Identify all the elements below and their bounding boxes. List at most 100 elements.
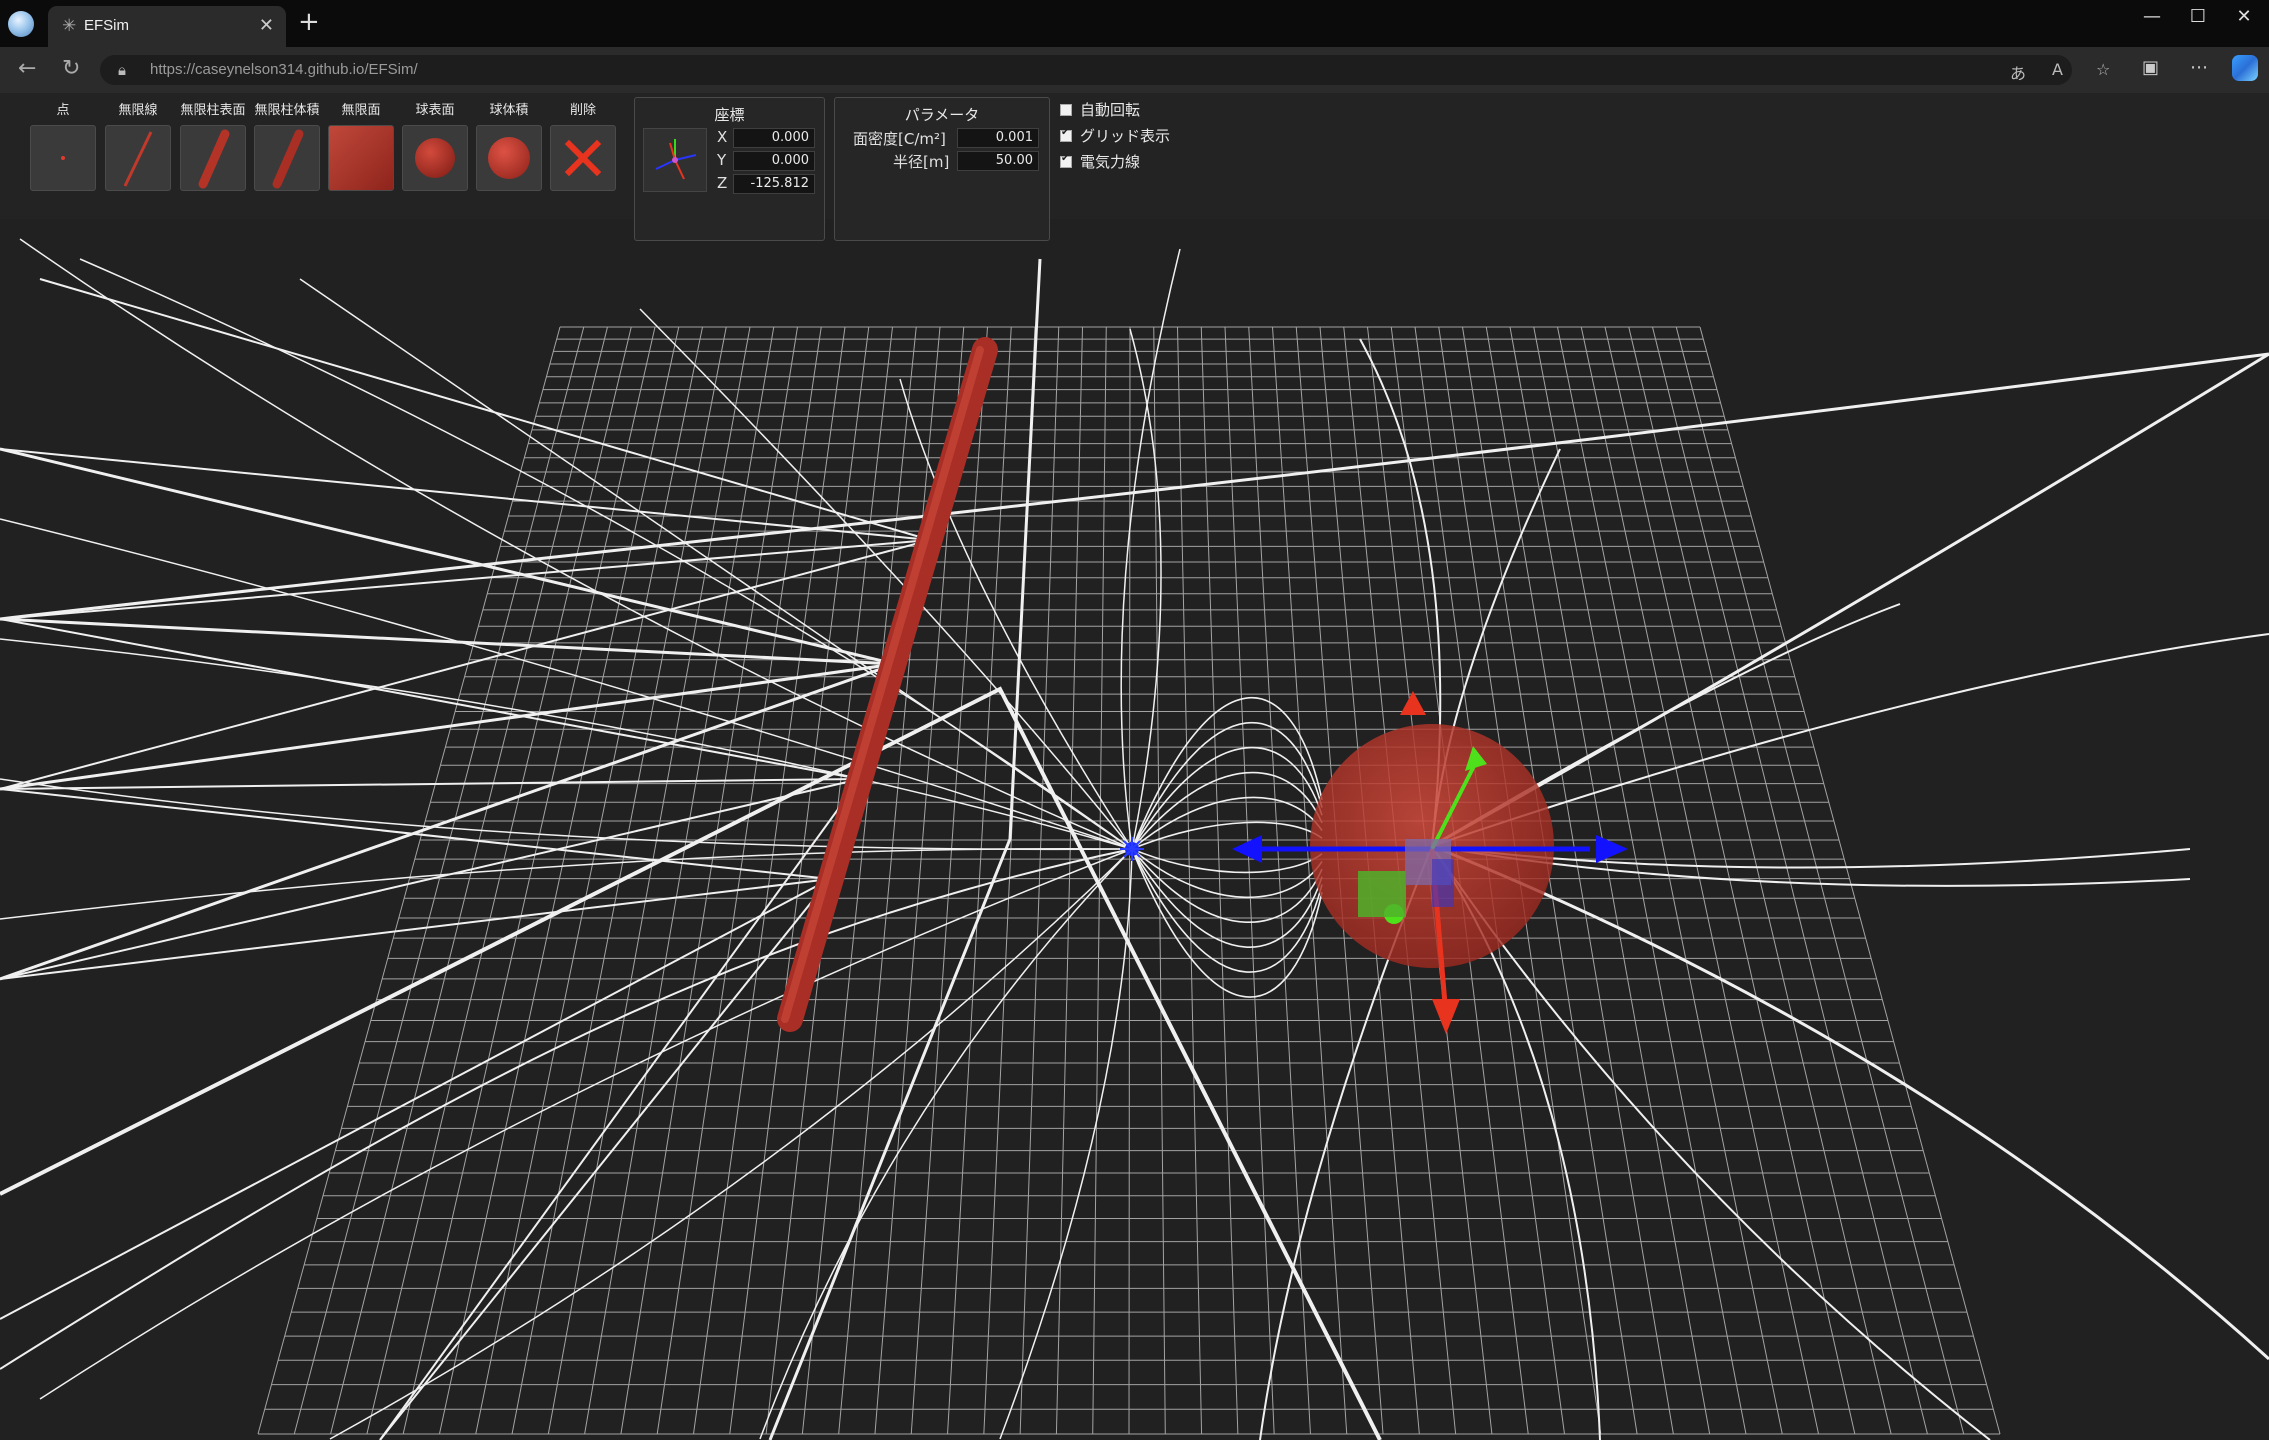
x-field[interactable]: 0.000 bbox=[733, 128, 815, 148]
tool-label: 点 bbox=[56, 103, 70, 118]
field-lines bbox=[0, 238, 2269, 1440]
lock-icon[interactable]: 🔒︎ bbox=[118, 61, 126, 79]
simulation-viewport[interactable]: 点 無限線 無限柱表面 無限柱体積 無限面 球表面 球体積 削除 座標 X 0.… bbox=[0, 93, 2269, 1440]
cylinder-charge[interactable] bbox=[777, 337, 998, 1032]
parameters-title: パラメータ bbox=[904, 106, 980, 124]
grid-line bbox=[257, 326, 561, 1435]
tool-sphere-surface[interactable]: 球表面 bbox=[402, 103, 468, 191]
field-line bbox=[0, 518, 1133, 850]
grid-line bbox=[729, 326, 870, 1435]
tool-label: 無限柱表面 bbox=[180, 103, 246, 118]
field-line bbox=[0, 686, 1382, 1440]
grid-line bbox=[438, 326, 680, 1435]
field-line bbox=[0, 662, 896, 791]
tab-close-icon[interactable]: ✕ bbox=[259, 15, 274, 36]
field-line bbox=[0, 878, 831, 980]
tool-label: 球体積 bbox=[489, 103, 529, 118]
favorite-star-icon[interactable]: ☆ bbox=[2096, 60, 2110, 79]
tool-infinite-plane[interactable]: 無限面 bbox=[328, 103, 394, 191]
new-tab-button[interactable]: + bbox=[298, 8, 320, 36]
z-field[interactable]: -125.812 bbox=[733, 174, 815, 194]
grid-line bbox=[1055, 326, 1083, 1435]
browser-toolbar: ← ↻ 🔒︎ https://caseynelson314.github.io/… bbox=[0, 47, 2269, 93]
field-line bbox=[1431, 844, 2269, 1361]
grid-line bbox=[547, 326, 751, 1435]
url-text[interactable]: https://caseynelson314.github.io/EFSim/ bbox=[150, 61, 418, 78]
tool-point[interactable]: 点 bbox=[30, 103, 96, 191]
read-aloud-icon[interactable]: A bbox=[2052, 60, 2063, 79]
parameters-panel: パラメータ 面密度[C/m²] 0.001 半径[m] 50.00 bbox=[834, 97, 1050, 241]
coordinates-title: 座標 bbox=[714, 106, 745, 124]
density-label: 面密度[C/m²] bbox=[853, 130, 946, 148]
axes-gizmo-icon[interactable] bbox=[643, 128, 707, 192]
grid-line bbox=[1580, 326, 1820, 1435]
field-line bbox=[0, 778, 1133, 851]
field-line bbox=[1431, 633, 2269, 847]
x-label: X bbox=[717, 128, 728, 146]
tool-cylinder-surface[interactable]: 無限柱表面 bbox=[180, 103, 246, 191]
tool-label: 無限面 bbox=[341, 103, 381, 118]
field-line bbox=[19, 238, 1133, 850]
point-charge-icon[interactable] bbox=[30, 125, 96, 191]
infinite-line-icon[interactable] bbox=[105, 125, 171, 191]
density-field[interactable]: 0.001 bbox=[957, 128, 1039, 148]
grid-line bbox=[656, 326, 822, 1435]
grid-line bbox=[366, 326, 632, 1435]
scene-canvas[interactable] bbox=[0, 219, 2269, 1440]
field-line bbox=[999, 848, 1133, 1440]
field-line bbox=[0, 539, 931, 790]
auto-rotate-checkbox[interactable] bbox=[1060, 104, 1072, 116]
grid-line bbox=[1533, 326, 1747, 1435]
translate-icon[interactable]: あ bbox=[2010, 60, 2026, 84]
radius-label: 半径[m] bbox=[893, 153, 950, 171]
grid-line bbox=[838, 326, 941, 1435]
collections-icon[interactable]: ▣ bbox=[2142, 57, 2159, 78]
grid-line bbox=[475, 326, 703, 1435]
back-arrow-icon[interactable]: ← bbox=[18, 56, 36, 81]
infinite-plane-icon[interactable] bbox=[328, 125, 394, 191]
reload-icon[interactable]: ↻ bbox=[62, 56, 80, 81]
browser-titlebar: ✳ EFSim ✕ + — ☐ ✕ bbox=[0, 0, 2269, 47]
field-line bbox=[1131, 821, 1323, 850]
browser-profile-icon[interactable] bbox=[8, 11, 34, 37]
grid-checkbox[interactable] bbox=[1060, 127, 1072, 142]
grid-line bbox=[293, 326, 585, 1435]
auto-rotate-label: 自動回転 bbox=[1080, 101, 1141, 119]
field-line bbox=[0, 878, 831, 1320]
field-line bbox=[299, 278, 1133, 850]
address-bar[interactable]: 🔒︎ https://caseynelson314.github.io/EFSi… bbox=[100, 55, 2110, 85]
auto-rotate-option[interactable]: 自動回転 bbox=[1060, 99, 1140, 120]
sphere-volume-icon[interactable] bbox=[476, 125, 542, 191]
tool-label: 無限柱体積 bbox=[254, 103, 320, 118]
field-lines-option[interactable]: 電気力線 bbox=[1060, 151, 1140, 172]
tab-title: EFSim bbox=[84, 17, 129, 34]
sphere-surface-icon[interactable] bbox=[402, 125, 468, 191]
grid-line bbox=[1675, 326, 1965, 1435]
browser-tab[interactable]: ✳ EFSim ✕ bbox=[48, 6, 286, 47]
field-line bbox=[0, 448, 931, 541]
minimize-button[interactable]: — bbox=[2132, 6, 2172, 27]
tool-label: 削除 bbox=[569, 103, 596, 118]
copilot-icon[interactable] bbox=[2232, 55, 2258, 81]
grid-option[interactable]: グリッド表示 bbox=[1060, 125, 1170, 146]
coordinates-panel: 座標 X 0.000 Y 0.000 Z -125.812 bbox=[634, 97, 825, 241]
field-lines-checkbox[interactable] bbox=[1060, 153, 1072, 168]
more-menu-icon[interactable]: ⋯ bbox=[2190, 57, 2208, 78]
cylinder-volume-icon[interactable] bbox=[254, 125, 320, 191]
tool-cylinder-volume[interactable]: 無限柱体積 bbox=[254, 103, 320, 191]
tool-infinite-line[interactable]: 無限線 bbox=[105, 103, 171, 191]
radius-field[interactable]: 50.00 bbox=[957, 151, 1039, 171]
tool-sphere-volume[interactable]: 球体積 bbox=[476, 103, 542, 191]
close-window-button[interactable]: ✕ bbox=[2224, 6, 2264, 27]
delete-icon[interactable] bbox=[550, 125, 616, 191]
field-line bbox=[0, 662, 896, 981]
control-panel: 点 無限線 無限柱表面 無限柱体積 無限面 球表面 球体積 削除 座標 X 0.… bbox=[0, 93, 2269, 241]
maximize-button[interactable]: ☐ bbox=[2178, 6, 2218, 27]
cylinder-surface-icon[interactable] bbox=[180, 125, 246, 191]
field-line bbox=[0, 617, 896, 666]
tool-delete[interactable]: 削除 bbox=[550, 103, 616, 191]
field-line bbox=[39, 278, 931, 541]
field-line bbox=[0, 539, 931, 620]
sim-favicon-icon: ✳ bbox=[62, 16, 77, 36]
y-field[interactable]: 0.000 bbox=[733, 151, 815, 171]
